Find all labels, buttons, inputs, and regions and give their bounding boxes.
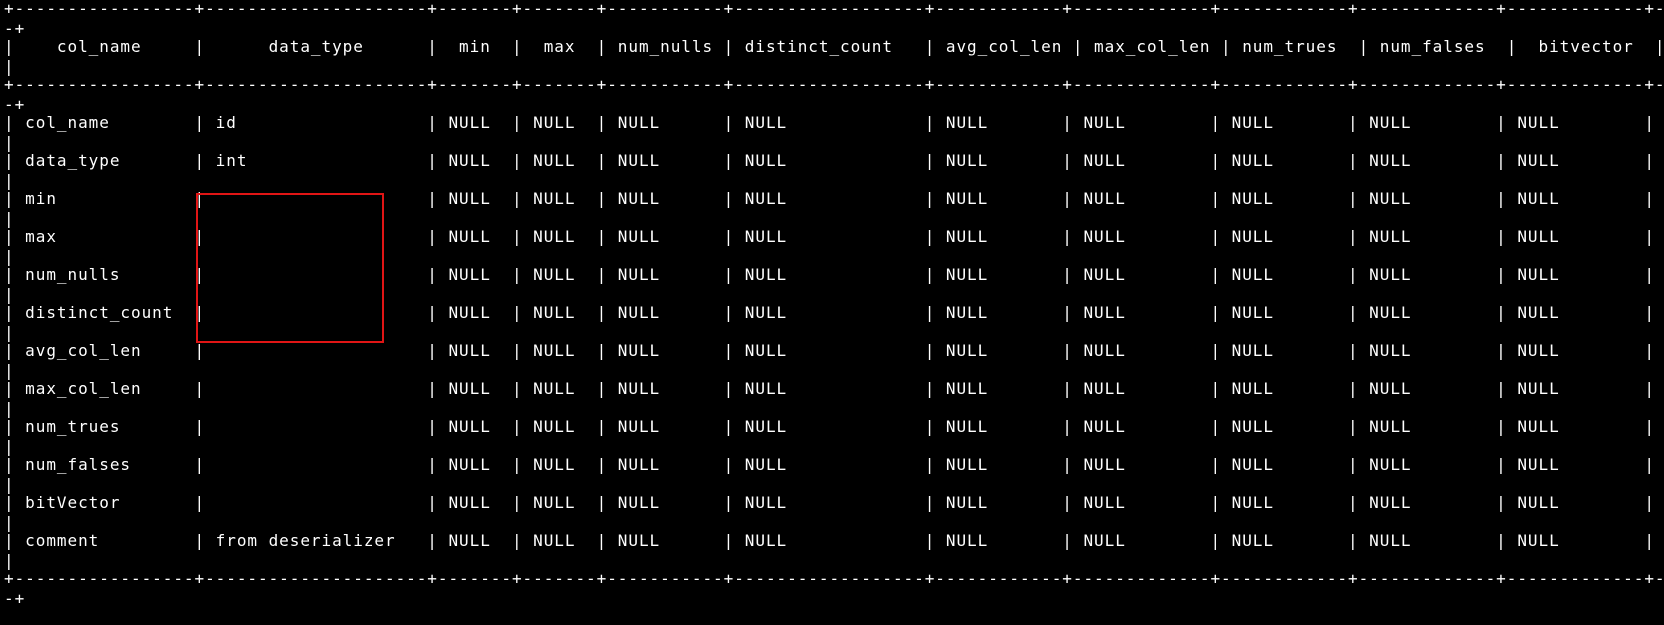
table-header-separator-wrap: -+ xyxy=(4,95,26,114)
table-row: | comment | from deserializer | NULL | N… xyxy=(4,531,1664,550)
table-bottom-border-wrap: -+ xyxy=(4,589,26,608)
table-row-wrap: | xyxy=(4,247,15,266)
table-row-wrap: | xyxy=(4,361,15,380)
table-row: | avg_col_len | | NULL | NULL | NULL | N… xyxy=(4,341,1664,360)
table-row-wrap: | xyxy=(4,513,15,532)
table-top-border: +-----------------+---------------------… xyxy=(4,0,1664,18)
table-top-border-wrap: -+ xyxy=(4,19,26,38)
table-row: | max_col_len | | NULL | NULL | NULL | N… xyxy=(4,379,1664,398)
table-row: | data_type | int | NULL | NULL | NULL |… xyxy=(4,151,1664,170)
table-row: | col_name | id | NULL | NULL | NULL | N… xyxy=(4,113,1664,132)
table-row-wrap: | xyxy=(4,171,15,190)
table-row: | bitVector | | NULL | NULL | NULL | NUL… xyxy=(4,493,1664,512)
table-row: | num_falses | | NULL | NULL | NULL | NU… xyxy=(4,455,1664,474)
table-row: | num_trues | | NULL | NULL | NULL | NUL… xyxy=(4,417,1664,436)
table-header-separator: +-----------------+---------------------… xyxy=(4,75,1664,94)
table-row-wrap: | xyxy=(4,285,15,304)
table-row-wrap: | xyxy=(4,399,15,418)
table-row-wrap: | xyxy=(4,323,15,342)
table-header-wrap: | xyxy=(4,57,15,76)
table-row-wrap: | xyxy=(4,475,15,494)
table-row-wrap: | xyxy=(4,437,15,456)
highlight-annotation-box xyxy=(196,193,384,343)
table-bottom-border: +-----------------+---------------------… xyxy=(4,569,1664,588)
table-row-wrap: | xyxy=(4,133,15,152)
table-header-row: | col_name | data_type | min | max | num… xyxy=(4,37,1664,56)
table-row-wrap: | xyxy=(4,551,15,570)
terminal-window[interactable]: +-----------------+---------------------… xyxy=(0,0,1664,625)
table-row-wrap: | xyxy=(4,209,15,228)
